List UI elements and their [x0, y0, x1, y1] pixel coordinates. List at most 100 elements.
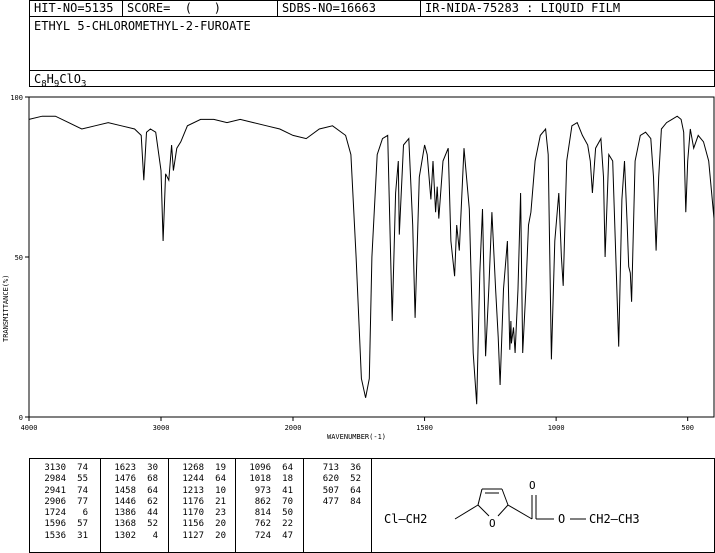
peak-transmittance: 23: [215, 508, 226, 519]
furan-ring: [477, 488, 509, 517]
peak-transmittance: 6: [82, 508, 88, 519]
peak-row: 1096 64: [241, 463, 293, 474]
carbonyl-oxygen: O: [529, 479, 536, 492]
peak-transmittance: 68: [147, 474, 158, 485]
peak-row: 1268 19: [174, 463, 226, 474]
x-tick-label: 500: [681, 424, 694, 432]
peak-transmittance: 64: [350, 485, 361, 496]
peak-row: 1018 18: [241, 474, 293, 485]
y-axis-label: TRANSMITTANCE(%): [2, 275, 10, 342]
x-tick-label: 1500: [416, 424, 433, 432]
peak-row: 1386 44: [106, 508, 158, 519]
peak-wavenumber: 3130: [44, 463, 66, 473]
peak-wavenumber: 1170: [182, 508, 204, 519]
peak-row: 1596 57: [36, 519, 88, 530]
peak-table: 3130 74 2984 55 2941 74 2906 77 1724 6 1596 57 1536 3…: [29, 458, 372, 553]
peak-column-3: 1268 19 1244 64 1213 10 1176 21 1170 23 1156 20 1127…: [174, 463, 226, 542]
peak-transmittance: 64: [215, 474, 226, 485]
peak-row: 713 36: [309, 463, 361, 474]
spectrum-line: [28, 115, 715, 405]
peak-wavenumber: 762: [254, 519, 271, 530]
peak-wavenumber: 1096: [249, 463, 271, 473]
peak-wavenumber: 507: [322, 485, 339, 496]
peak-transmittance: 30: [147, 463, 158, 473]
peak-wavenumber: 1302: [114, 530, 136, 541]
peak-row: 1368 52: [106, 519, 158, 530]
peak-row: 1724 6: [36, 508, 88, 519]
peak-row: 3130 74: [36, 463, 88, 474]
peak-column-2: 1623 30 1476 68 1458 64 1446 62 1386 44 1368 52 1302…: [106, 463, 158, 542]
x-tick-label: 2000: [285, 424, 302, 432]
peak-wavenumber: 814: [254, 508, 271, 519]
ir-nida-info: IR-NIDA-75283 : LIQUID FILM: [420, 1, 714, 17]
peak-row: 762 22: [241, 519, 293, 530]
peak-wavenumber: 1724: [44, 508, 66, 519]
peak-row: 814 50: [241, 508, 293, 519]
peak-row: 2941 74: [36, 486, 88, 497]
peak-column-1: 3130 74 2984 55 2941 74 2906 77 1724 6 1596 57 1536 3…: [36, 463, 88, 542]
ethyl-group: CH2—CH3: [589, 512, 640, 526]
peak-wavenumber: 1127: [182, 530, 204, 541]
y-tick-label: 50: [15, 254, 23, 262]
peak-wavenumber: 862: [254, 496, 271, 507]
peak-row: 1623 30: [106, 463, 158, 474]
peak-transmittance: 19: [215, 463, 226, 473]
peak-transmittance: 10: [215, 485, 226, 496]
peak-wavenumber: 1623: [114, 463, 136, 473]
peak-transmittance: 64: [147, 485, 158, 496]
ring-oxygen: O: [489, 517, 496, 530]
peak-row: 862 70: [241, 497, 293, 508]
y-tick-label: 0: [19, 414, 23, 422]
compound-name: ETHYL 5-CHLOROMETHYL-2-FUROATE: [34, 19, 251, 33]
peak-row: 1476 68: [106, 474, 158, 485]
peak-row: 1127 20: [174, 531, 226, 542]
peak-wavenumber: 477: [322, 496, 339, 507]
peak-transmittance: 36: [350, 463, 361, 473]
peak-wavenumber: 1018: [249, 474, 271, 485]
peak-row: 2906 77: [36, 497, 88, 508]
peak-transmittance: 44: [147, 508, 158, 519]
peak-transmittance: 55: [77, 474, 88, 485]
ester-oxygen: O: [558, 512, 565, 526]
peak-wavenumber: 713: [322, 463, 339, 473]
peak-row: 1302 4: [106, 531, 158, 542]
peak-row: 724 47: [241, 531, 293, 542]
peak-wavenumber: 1458: [114, 485, 136, 496]
peak-wavenumber: 1368: [114, 519, 136, 530]
peak-wavenumber: 620: [322, 474, 339, 485]
peak-row: 1458 64: [106, 486, 158, 497]
x-axis: 4000 3000 2000 1500 1000 500: [21, 417, 694, 432]
sdbs-number: SDBS-NO=16663: [277, 1, 420, 17]
x-tick-label: 1000: [548, 424, 565, 432]
peak-transmittance: 18: [282, 474, 293, 485]
peak-wavenumber: 1213: [182, 485, 204, 496]
chloromethyl-label: Cl—CH2: [384, 512, 427, 526]
peak-transmittance: 52: [147, 519, 158, 530]
peak-transmittance: 52: [350, 474, 361, 485]
peak-row: 1213 10: [174, 486, 226, 497]
peak-wavenumber: 1446: [114, 496, 136, 507]
peak-transmittance: 22: [282, 519, 293, 530]
peak-wavenumber: 724: [254, 530, 271, 541]
peak-transmittance: 74: [77, 463, 88, 473]
x-tick-label: 3000: [153, 424, 170, 432]
y-axis: 0 50 100: [10, 94, 29, 422]
peak-wavenumber: 1176: [182, 496, 204, 507]
peak-wavenumber: 1536: [44, 530, 66, 541]
peak-row: 973 41: [241, 486, 293, 497]
peak-transmittance: 20: [215, 519, 226, 530]
hit-number: HIT-NO=5135: [34, 1, 114, 15]
peak-transmittance: 4: [152, 530, 158, 541]
peak-transmittance: 84: [350, 496, 361, 507]
peak-column-4: 1096 64 1018 18 973 41 862 70 814 50 762 22 724 47: [241, 463, 293, 542]
peak-wavenumber: 2906: [44, 496, 66, 507]
peak-wavenumber: 2941: [44, 485, 66, 496]
score-field: SCORE= ( ): [122, 1, 277, 17]
peak-wavenumber: 1596: [44, 519, 66, 530]
structure-panel: Cl—CH2 O O O CH2—CH3: [371, 458, 715, 553]
peak-transmittance: 74: [77, 485, 88, 496]
structure-diagram: Cl—CH2 O O O CH2—CH3: [384, 479, 640, 530]
peak-transmittance: 77: [77, 496, 88, 507]
peak-transmittance: 31: [77, 530, 88, 541]
peak-wavenumber: 1268: [182, 463, 204, 473]
